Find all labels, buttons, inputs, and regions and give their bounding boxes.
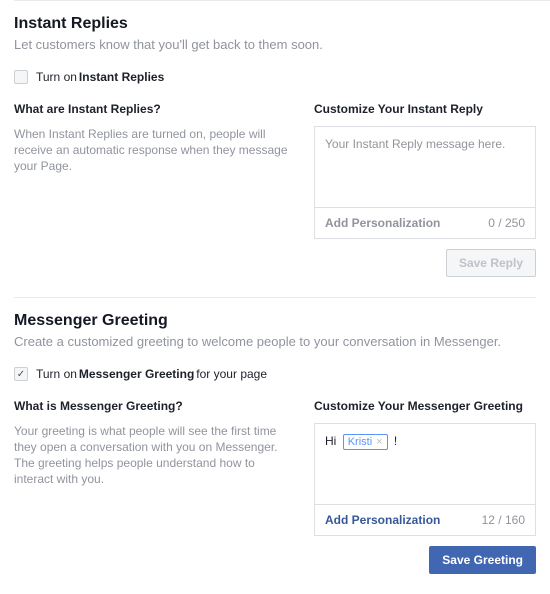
messenger-greeting-section: Messenger Greeting Create a customized g… xyxy=(14,297,536,594)
instant-reply-textarea[interactable]: Your Instant Reply message here. xyxy=(315,127,535,207)
toggle-bold-text: Messenger Greeting xyxy=(79,367,194,381)
messenger-greeting-subtitle: Create a customized greeting to welcome … xyxy=(14,334,536,349)
instant-replies-section: Instant Replies Let customers know that … xyxy=(14,1,536,297)
customize-instant-reply-heading: Customize Your Instant Reply xyxy=(314,102,536,116)
what-are-instant-replies-desc: When Instant Replies are turned on, peop… xyxy=(14,126,294,174)
instant-replies-title: Instant Replies xyxy=(14,15,536,33)
toggle-prefix-text: Turn on xyxy=(36,367,77,381)
add-personalization-link[interactable]: Add Personalization xyxy=(325,513,440,527)
messenger-greeting-title: Messenger Greeting xyxy=(14,312,536,330)
what-are-instant-replies-heading: What are Instant Replies? xyxy=(14,102,294,116)
messenger-greeting-info-col: What is Messenger Greeting? Your greetin… xyxy=(14,399,294,594)
instant-replies-info-col: What are Instant Replies? When Instant R… xyxy=(14,102,294,297)
toggle-suffix-text: for your page xyxy=(196,367,267,381)
instant-replies-checkbox[interactable] xyxy=(14,70,28,84)
instant-replies-toggle-row[interactable]: Turn on Instant Replies xyxy=(14,70,536,84)
what-is-messenger-greeting-desc: Your greeting is what people will see th… xyxy=(14,423,294,487)
messenger-greeting-toggle-row[interactable]: Turn on Messenger Greeting for your page xyxy=(14,367,536,381)
messenger-greeting-textarea[interactable]: Hi Kristi × ! xyxy=(315,424,535,504)
instant-reply-input-box: Your Instant Reply message here. Add Per… xyxy=(314,126,536,239)
messenger-greeting-counter: 12 / 160 xyxy=(482,513,525,527)
greeting-suffix: ! xyxy=(394,434,397,448)
messenger-greeting-checkbox[interactable] xyxy=(14,367,28,381)
instant-reply-placeholder: Your Instant Reply message here. xyxy=(325,137,505,151)
customize-messenger-greeting-heading: Customize Your Messenger Greeting xyxy=(314,399,536,413)
messenger-greeting-input-box: Hi Kristi × ! Add Personalization 12 / 1… xyxy=(314,423,536,536)
what-is-messenger-greeting-heading: What is Messenger Greeting? xyxy=(14,399,294,413)
messenger-greeting-footer: Add Personalization 12 / 160 xyxy=(315,504,535,535)
save-greeting-button[interactable]: Save Greeting xyxy=(429,546,536,574)
toggle-bold-text: Instant Replies xyxy=(79,70,164,84)
token-label: Kristi xyxy=(348,436,372,448)
instant-replies-customize-col: Customize Your Instant Reply Your Instan… xyxy=(314,102,536,297)
save-reply-button[interactable]: Save Reply xyxy=(446,249,536,277)
token-remove-icon[interactable]: × xyxy=(376,436,382,448)
greeting-prefix: Hi xyxy=(325,434,336,448)
instant-reply-counter: 0 / 250 xyxy=(488,216,525,230)
toggle-prefix-text: Turn on xyxy=(36,70,77,84)
instant-reply-footer: Add Personalization 0 / 250 xyxy=(315,207,535,238)
add-personalization-disabled: Add Personalization xyxy=(325,216,440,230)
instant-replies-subtitle: Let customers know that you'll get back … xyxy=(14,37,536,52)
messenger-greeting-customize-col: Customize Your Messenger Greeting Hi Kri… xyxy=(314,399,536,594)
personalization-token[interactable]: Kristi × xyxy=(343,434,388,450)
